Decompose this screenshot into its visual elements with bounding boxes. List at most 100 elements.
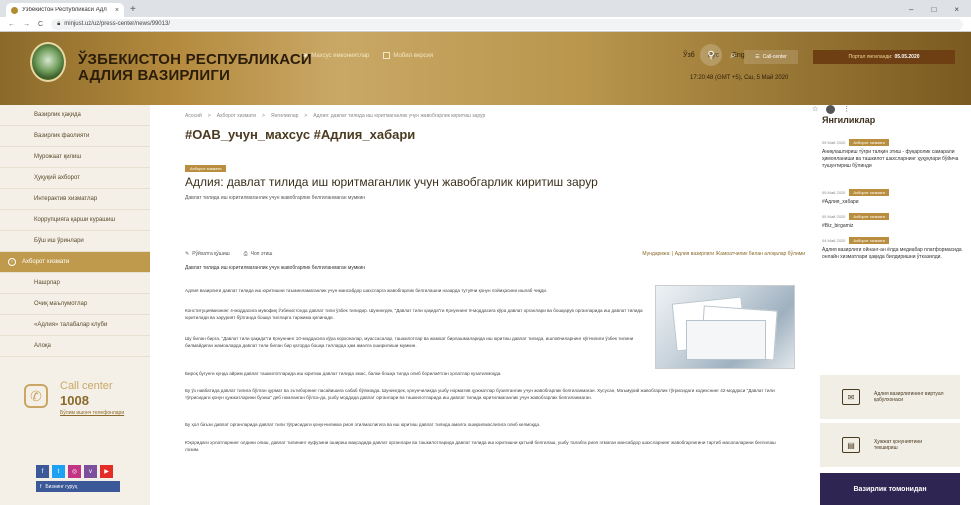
sidebar-item-label: Интерактив хизматлар <box>34 196 98 202</box>
site-title[interactable]: ЎЗБЕКИСТОН РЕСПУБЛИКАСИ АДЛИЯ ВАЗИРЛИГИ <box>78 52 312 84</box>
article-paragraph: Шу билан бирга, "Давлат тили ҳақида"ги Қ… <box>185 336 634 348</box>
phone-icon: ✆ <box>24 384 48 408</box>
article-paragraph: Адлия вазирлиги давлат тилида иш юритишн… <box>185 288 548 293</box>
social-icon[interactable]: f <box>36 465 49 478</box>
article-paragraph: Конституциямизнинг 4-моддасига мувофиқ Ў… <box>185 308 643 320</box>
news-text: Аниқлаштириш тўғри талқин этиш - фуқарол… <box>822 149 959 169</box>
sidebar: Вазирлик ҳақида Вазирлик фаолияти Мурожаат… <box>0 105 150 505</box>
news-text: Адлия вазирлиги ойнанг-ан ёлда медиабар … <box>822 247 962 260</box>
minimize-button[interactable]: – <box>909 3 913 17</box>
sidebar-item[interactable]: Интерактив хизматлар <box>0 189 150 210</box>
sidebar-item[interactable]: Очиқ маълумотлар <box>0 294 150 315</box>
author-info[interactable]: Мундарижа: | Адлия вазирлиги Жамоатчилик… <box>642 251 805 257</box>
sidebar-item-label: Коррупцияга қарши курашиш <box>34 217 116 223</box>
news-heading: Янгиликлар <box>822 115 876 125</box>
news-item[interactable]: 05 Май 2020 Ахборот хизмати #Адлия_хабари <box>822 189 962 206</box>
bookmark-icon: ✎ <box>185 251 190 257</box>
header-icons: ⚲ <box>700 44 722 66</box>
social-icon[interactable]: ◎ <box>68 465 81 478</box>
breadcrumb-item[interactable]: Ахборот хизмати <box>217 113 256 119</box>
back-arrow-icon[interactable]: ← <box>8 21 15 28</box>
site-title-line2: АДЛИЯ ВАЗИРЛИГИ <box>78 67 231 84</box>
sidebar-item[interactable]: Мурожаат қилиш <box>0 147 150 168</box>
window-controls: – □ × <box>909 3 971 17</box>
document-check-link[interactable]: ▤ Ҳужжат қонуниятини текшириш <box>820 423 960 467</box>
news-date: 05 Май 2020 <box>822 214 846 219</box>
news-item[interactable]: 05 Май 2020 Ахборот хизмати #Biz_birgamiz <box>822 213 962 230</box>
facebook-group-button[interactable]: f Бизнинг гуруҳ <box>36 481 120 492</box>
news-badge: Ахборот хизмати <box>849 237 889 244</box>
tab-bar: Ўзбекистон Республикаси Адл × + – □ × <box>0 0 971 17</box>
news-badge: Ахборот хизмати <box>849 189 889 196</box>
close-window-button[interactable]: × <box>954 3 959 17</box>
forward-arrow-icon[interactable]: → <box>23 21 30 28</box>
sidebar-item[interactable]: › Ахборот хизмати <box>0 252 150 273</box>
call-center-label: Call center <box>60 380 113 392</box>
news-text: #Адлия_хабари <box>822 199 859 205</box>
sidebar-item-label: Вазирлик ҳақида <box>34 112 81 118</box>
sidebar-item-label: «Адлия» талабалар клуби <box>34 322 108 328</box>
call-center-button[interactable]: ☰ Call-center <box>744 50 798 64</box>
sidebar-item-label: Нашрлар <box>34 280 60 286</box>
sidebar-item-label: Вазирлик фаолияти <box>34 133 90 139</box>
breadcrumb-item[interactable]: Адлия: давлат тилида иш юритмаганлик учу… <box>313 113 485 119</box>
sidebar-item[interactable]: Вазирлик фаолияти <box>0 126 150 147</box>
lang-uz[interactable]: Ўзб <box>683 52 695 59</box>
portal-updated-date: 05.05.2020 <box>894 54 920 60</box>
sidebar-item[interactable]: Нашрлар <box>0 273 150 294</box>
hashtag-title: #ОАВ_учун_махсус #Адлия_хабари <box>185 127 416 142</box>
maximize-button[interactable]: □ <box>931 3 936 17</box>
call-center-block[interactable]: ✆ Call center 1008 Бўлим ишонч телефонла… <box>20 378 140 426</box>
browser-tab[interactable]: Ўзбекистон Республикаси Адл × <box>6 3 124 17</box>
eye-icon: ◉ <box>303 53 309 59</box>
envelope-icon: ✉ <box>842 389 860 405</box>
current-datetime: 17:20:48 (GMT +5), Сш, 5 Май 2020 <box>690 75 789 81</box>
article-main: Асосий > Ахборот хизмати > Янгиликлар > Адлия:… <box>185 105 805 505</box>
social-icon[interactable]: t <box>52 465 65 478</box>
sidebar-item[interactable]: Ҳуқуқий ахборот <box>0 168 150 189</box>
social-links: f t ◎ v ▶ <box>36 465 113 478</box>
document-icon: ▤ <box>842 437 860 453</box>
ministry-banner[interactable]: Вазирлик томонидан <box>820 473 960 505</box>
url-text: minjust.uz/uz/press-center/news/99013/ <box>64 21 170 27</box>
site-header: ЎЗБЕКИСТОН РЕСПУБЛИКАСИ АДЛИЯ ВАЗИРЛИГИ … <box>0 32 971 105</box>
mobile-version-link[interactable]: Мобил версия <box>383 52 433 59</box>
address-bar: ← → C 🔒︎ minjust.uz/uz/press-center/news… <box>0 17 971 114</box>
article-photo <box>655 285 795 369</box>
sidebar-item[interactable]: Бўш иш ўринлари <box>0 231 150 252</box>
breadcrumb-separator: > <box>304 113 308 119</box>
breadcrumb-separator: > <box>207 113 211 119</box>
sidebar-item[interactable]: Вазирлик ҳақида <box>0 105 150 126</box>
article-paragraph: Бу ўз навбатида давлат тилига бўлган ҳур… <box>185 388 775 400</box>
social-icon[interactable]: ▶ <box>100 465 113 478</box>
add-to-list-button[interactable]: ✎ Рўйхатга қўшиш <box>185 251 230 257</box>
url-field[interactable]: 🔒︎ minjust.uz/uz/press-center/news/99013… <box>51 18 963 30</box>
call-center-number: 1008 <box>60 393 89 408</box>
sidebar-item[interactable]: Коррупцияга қарши курашиш <box>0 210 150 231</box>
special-features-link[interactable]: ◉ Махсус имкониятлар <box>303 52 369 60</box>
arrow-circle-icon: › <box>8 258 16 266</box>
news-date: 05 Май 2020 <box>822 190 846 195</box>
news-item[interactable]: 05 Май 2020 Ахборот хизмати Аниқлаштириш … <box>822 139 962 170</box>
virtual-reception-link[interactable]: ✉ Адлия вазирлигининг виртуал қабулхонас… <box>820 375 960 419</box>
article-title: Адлия: давлат тилида иш юритмаганлик учу… <box>185 175 598 189</box>
sidebar-item-label: Очиқ маълумотлар <box>34 301 88 307</box>
header-search: ⌕ <box>722 44 744 66</box>
hotline-link[interactable]: Бўлим ишонч телефонлари <box>60 410 124 416</box>
state-emblem-icon[interactable] <box>30 42 66 82</box>
facebook-icon: f <box>40 483 42 490</box>
breadcrumb-item[interactable]: Янгиликлар <box>271 113 298 119</box>
reload-icon[interactable]: C <box>38 21 43 28</box>
accessibility-icon[interactable]: ⚲ <box>700 44 722 66</box>
menu-icon: ☰ <box>755 54 760 60</box>
sidebar-item[interactable]: «Адлия» талабалар клуби <box>0 315 150 336</box>
search-icon[interactable]: ⌕ <box>722 44 744 66</box>
tab-close-icon[interactable]: × <box>115 7 119 14</box>
social-icon[interactable]: v <box>84 465 97 478</box>
category-badge[interactable]: Ахборот хизмати <box>185 165 227 172</box>
news-item[interactable]: 04 Май 2020 Ахборот хизмати Адлия вазирли… <box>822 237 962 261</box>
breadcrumb-item[interactable]: Асосий <box>185 113 202 119</box>
new-tab-button[interactable]: + <box>130 3 136 17</box>
print-button[interactable]: ⎙ Чоп этиш <box>244 251 273 257</box>
sidebar-item[interactable]: Алоқа <box>0 336 150 357</box>
